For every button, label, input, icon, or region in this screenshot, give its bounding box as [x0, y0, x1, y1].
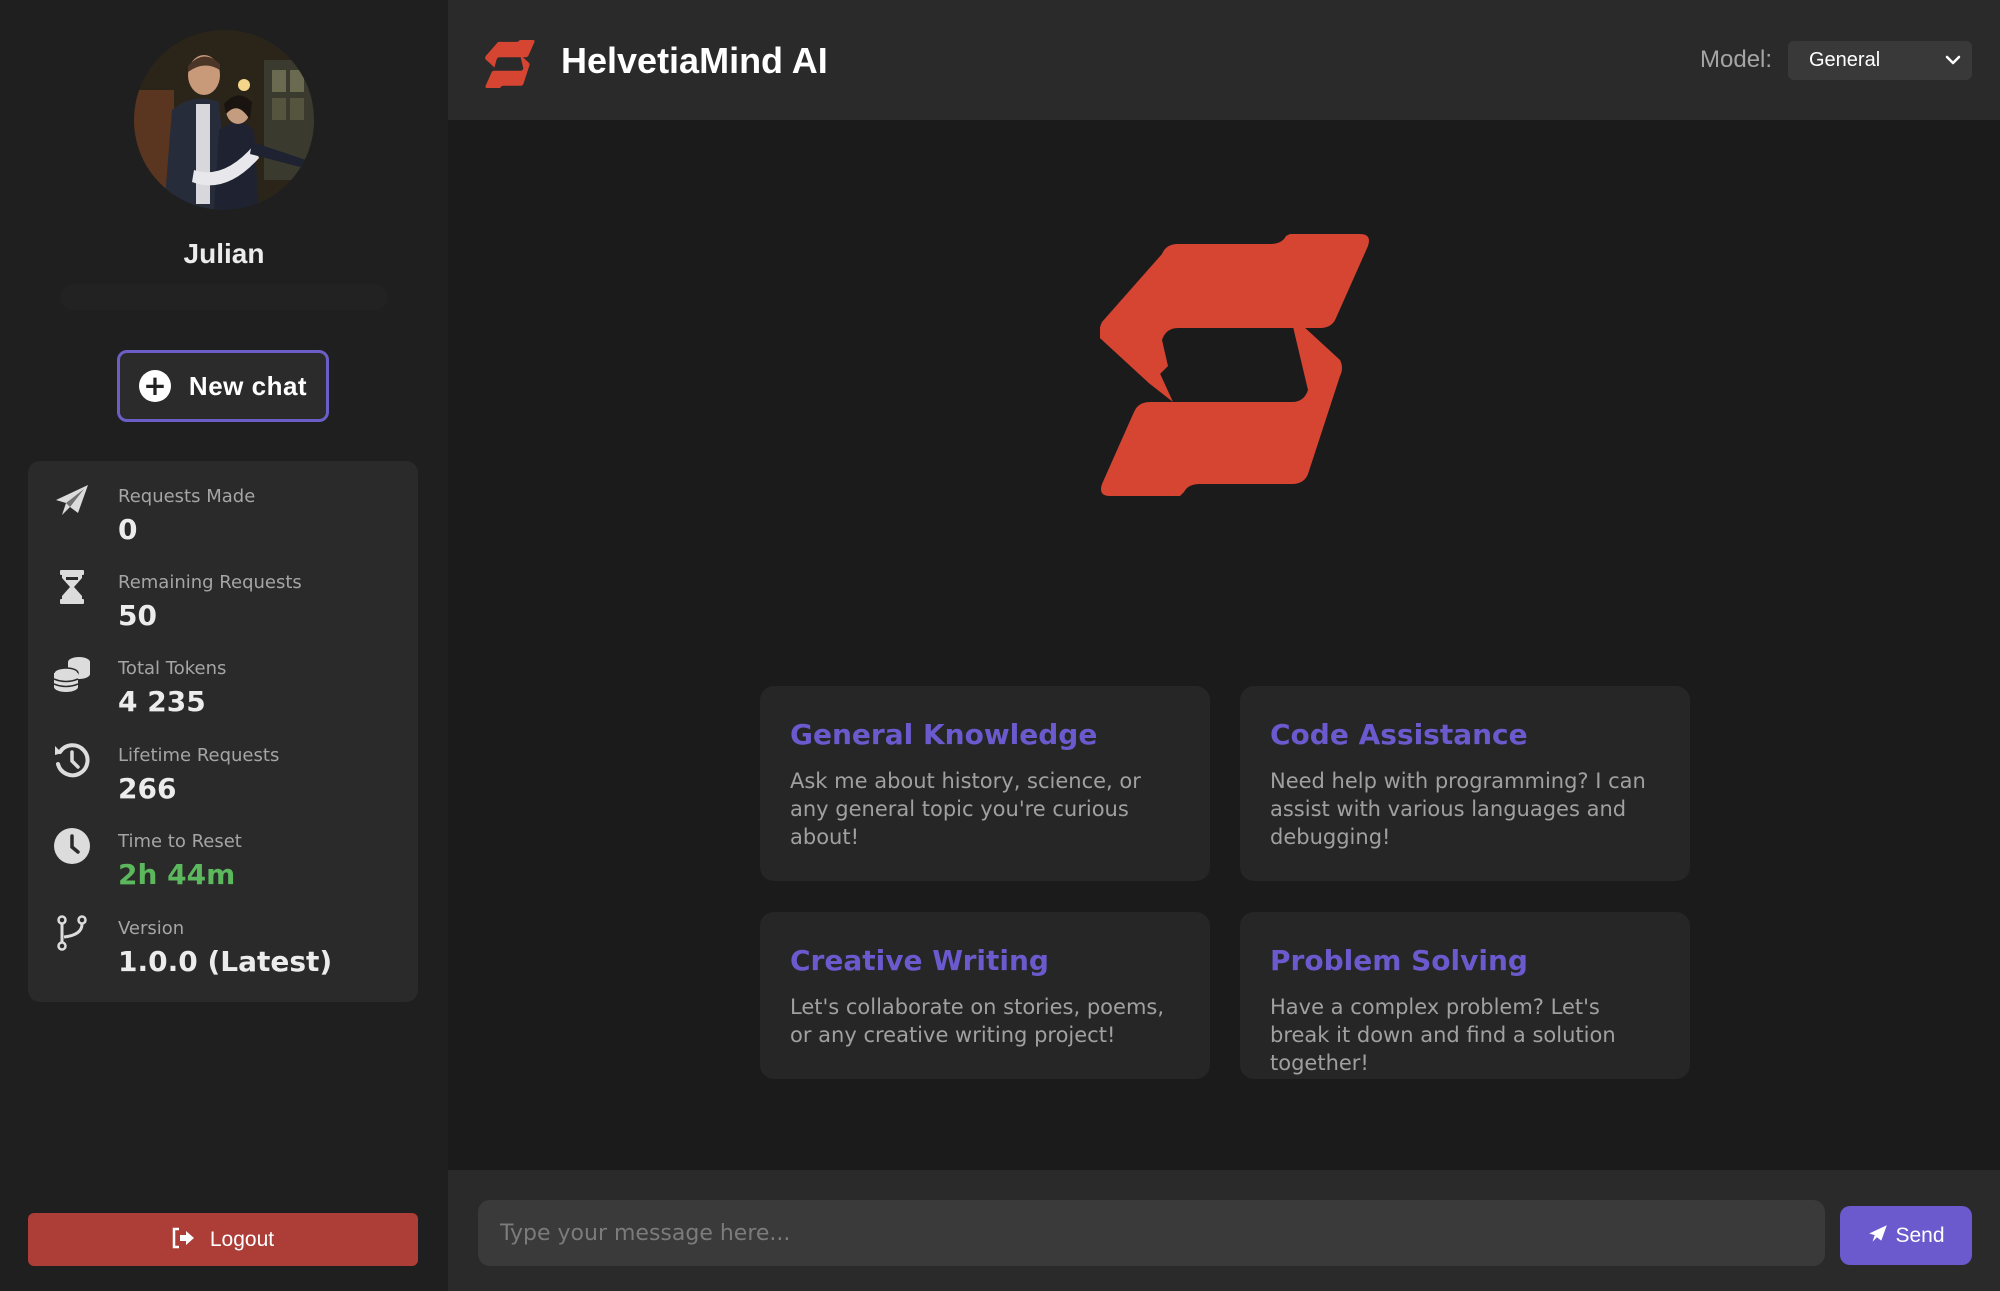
stats-panel: Requests Made 0 Remaining Requests 50 To…	[28, 461, 418, 1002]
stat-value: 4 235	[118, 685, 206, 718]
suggestion-card-code-assistance[interactable]: Code Assistance Need help with programmi…	[1240, 686, 1690, 881]
suggestion-card-general-knowledge[interactable]: General Knowledge Ask me about history, …	[760, 686, 1210, 881]
helvetiamind-large-logo-icon	[1100, 234, 1369, 496]
stat-label: Requests Made	[118, 486, 256, 507]
stat-label: Remaining Requests	[118, 572, 302, 593]
helvetiamind-logo-icon	[485, 40, 535, 88]
stat-remaining-requests: Remaining Requests 50	[28, 547, 418, 632]
suggestion-card-creative-writing[interactable]: Creative Writing Let's collaborate on st…	[760, 912, 1210, 1079]
stat-label: Version	[118, 918, 185, 939]
model-label: Model:	[1700, 46, 1773, 73]
send-label: Send	[1895, 1223, 1945, 1247]
suggestion-card-problem-solving[interactable]: Problem Solving Have a complex problem? …	[1240, 912, 1690, 1079]
user-photo-icon	[134, 30, 314, 210]
app-title: HelvetiaMind AI	[561, 40, 828, 81]
stat-value: 2h 44m	[118, 858, 236, 891]
header: HelvetiaMind AI Model: General	[448, 0, 2000, 120]
card-title: Creative Writing	[790, 944, 1049, 977]
new-chat-label: New chat	[188, 370, 308, 401]
card-description: Need help with programming? I can assist…	[1270, 769, 1646, 849]
model-select-value: General	[1809, 49, 1881, 71]
new-chat-button[interactable]: + New chat	[117, 350, 329, 422]
clock-icon	[50, 824, 94, 868]
stat-label: Time to Reset	[118, 831, 242, 852]
stat-value: 0	[118, 513, 138, 546]
user-subtitle-placeholder	[60, 284, 388, 310]
user-name: Julian	[183, 238, 265, 269]
card-title: General Knowledge	[790, 718, 1098, 751]
card-title: Code Assistance	[1270, 718, 1528, 751]
card-title: Problem Solving	[1270, 944, 1528, 977]
sidebar: Julian + New chat Requests Made 0 Remain…	[0, 0, 448, 1291]
stat-total-tokens: Total Tokens 4 235	[28, 633, 418, 718]
sign-out-icon	[172, 1227, 196, 1253]
stat-version: Version 1.0.0 (Latest)	[28, 893, 418, 978]
stat-label: Lifetime Requests	[118, 745, 280, 766]
plus-circle-icon: +	[138, 370, 171, 402]
branch-icon	[50, 911, 94, 955]
stat-time-to-reset: Time to Reset 2h 44m	[28, 806, 418, 891]
coins-icon	[50, 651, 94, 695]
paper-plane-icon	[50, 479, 94, 523]
send-button[interactable]: Send	[1840, 1206, 1972, 1265]
chevron-down-icon	[1945, 55, 1961, 65]
stat-label: Total Tokens	[118, 658, 227, 679]
app-root: Julian + New chat Requests Made 0 Remain…	[0, 0, 2000, 1291]
stat-value: 1.0.0 (Latest)	[118, 945, 333, 978]
paper-plane-icon	[1867, 1223, 1889, 1249]
message-input[interactable]	[478, 1200, 1825, 1266]
logout-button[interactable]: Logout	[28, 1213, 418, 1266]
stat-requests-made: Requests Made 0	[28, 461, 418, 546]
hourglass-icon	[50, 565, 94, 609]
card-description: Have a complex problem? Let's break it d…	[1270, 995, 1616, 1075]
composer: Send	[448, 1170, 2000, 1291]
history-icon	[50, 738, 94, 782]
card-description: Ask me about history, science, or any ge…	[790, 769, 1141, 849]
stat-value: 50	[118, 599, 157, 632]
stat-value: 266	[118, 772, 177, 805]
chat-area: General Knowledge Ask me about history, …	[448, 120, 2000, 1170]
card-description: Let's collaborate on stories, poems, or …	[790, 995, 1165, 1047]
model-select[interactable]: General	[1788, 41, 1972, 80]
avatar[interactable]	[134, 30, 314, 210]
stat-lifetime-requests: Lifetime Requests 266	[28, 720, 418, 805]
logout-label: Logout	[209, 1227, 275, 1251]
